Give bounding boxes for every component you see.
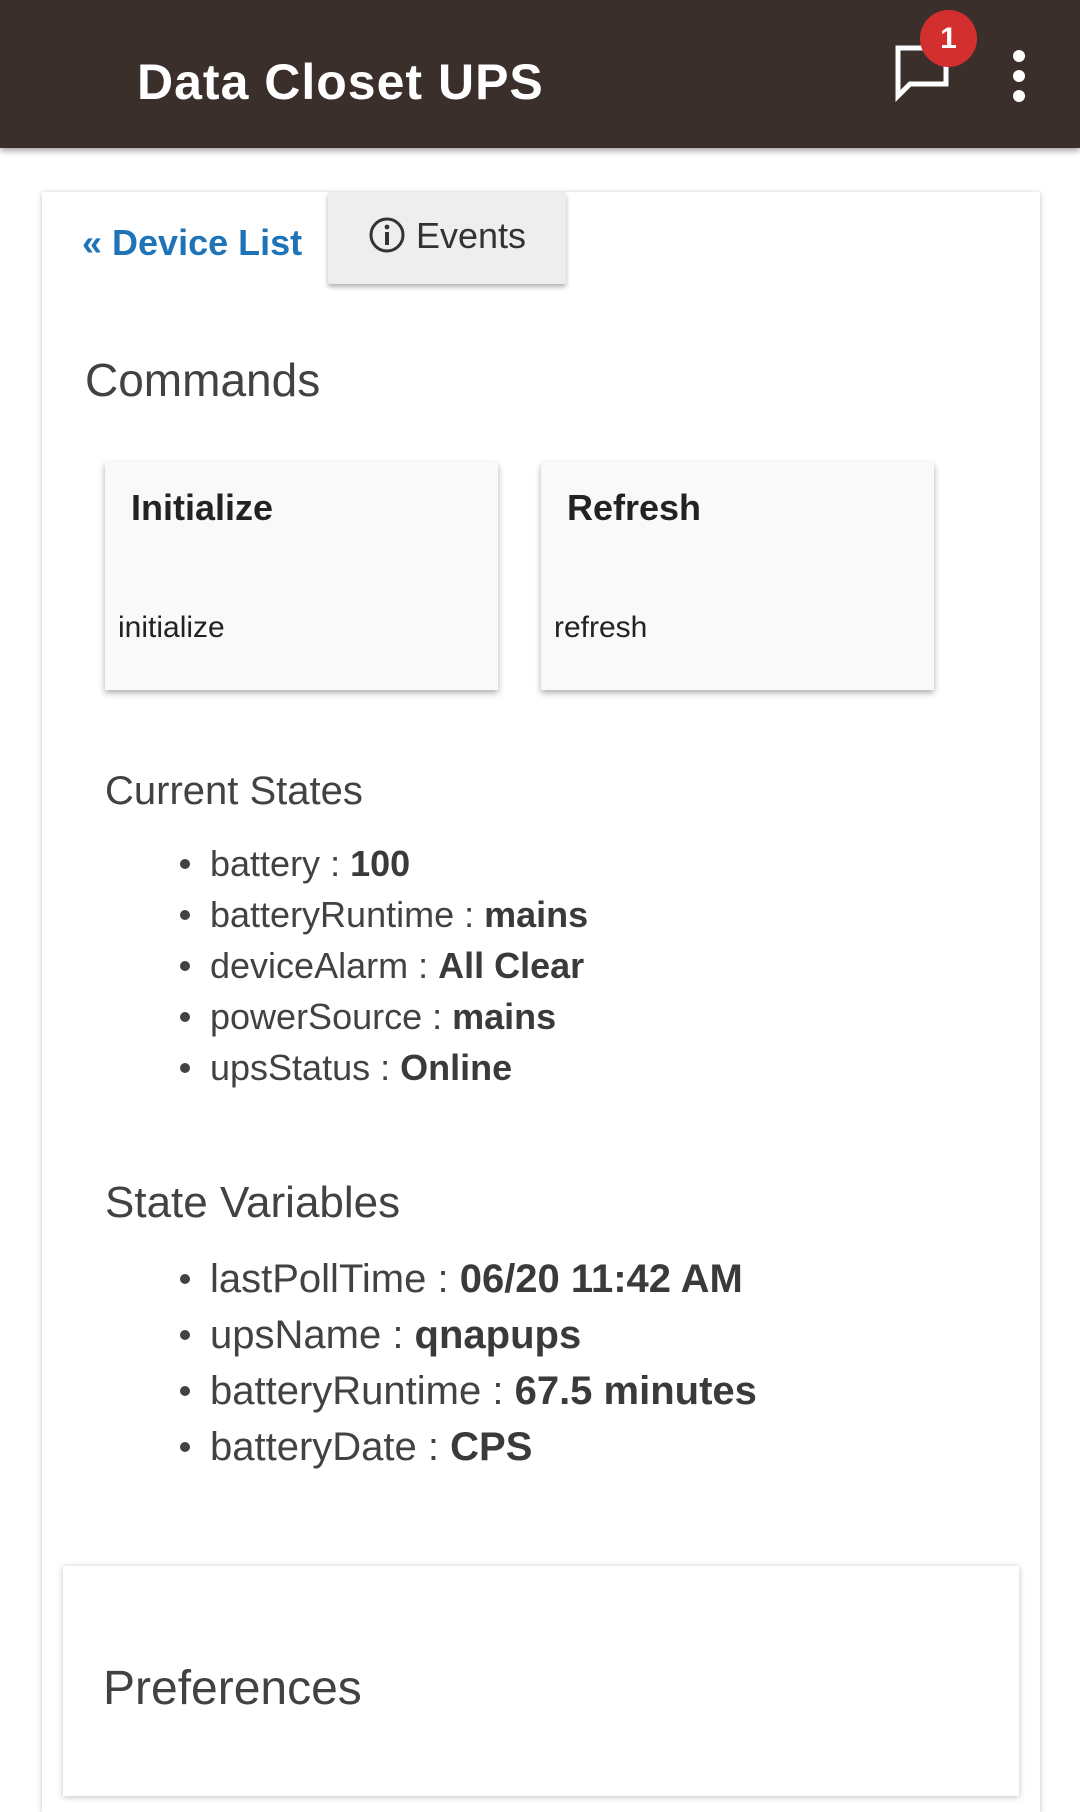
preferences-card: Preferences (63, 1566, 1019, 1796)
events-label: Events (416, 215, 527, 256)
page-title: Data Closet UPS (137, 54, 544, 110)
notification-badge[interactable]: 1 (920, 10, 977, 67)
list-item: powerSource : mains (180, 991, 588, 1042)
list-item: deviceAlarm : All Clear (180, 940, 588, 991)
list-item: upsName : qnapups (180, 1307, 757, 1363)
info-icon (369, 217, 405, 253)
device-list-link[interactable]: « Device List (82, 218, 302, 268)
command-method: refresh (554, 611, 648, 644)
more-vert-icon[interactable] (1000, 50, 1040, 106)
state-variables-heading: State Variables (105, 1178, 401, 1227)
command-card-refresh[interactable]: Refresh refresh (541, 462, 934, 690)
state-variables-list: lastPollTime : 06/20 11:42 AM upsName : … (180, 1251, 757, 1475)
command-name: Refresh (567, 487, 702, 528)
command-method: initialize (118, 611, 225, 644)
command-name: Initialize (131, 487, 274, 528)
preferences-heading: Preferences (103, 1662, 362, 1715)
list-item: batteryRuntime : mains (180, 889, 588, 940)
list-item: batteryRuntime : 67.5 minutes (180, 1363, 757, 1419)
events-button[interactable]: Events (328, 192, 566, 284)
list-item: batteryDate : CPS (180, 1419, 757, 1475)
commands-heading: Commands (85, 354, 321, 406)
app-bar: Data Closet UPS 1 (0, 0, 1080, 148)
current-states-heading: Current States (105, 769, 363, 813)
list-item: battery : 100 (180, 838, 588, 889)
list-item: lastPollTime : 06/20 11:42 AM (180, 1251, 757, 1307)
current-states-list: battery : 100 batteryRuntime : mains dev… (180, 838, 588, 1093)
list-item: upsStatus : Online (180, 1042, 588, 1093)
command-card-initialize[interactable]: Initialize initialize (105, 462, 498, 690)
